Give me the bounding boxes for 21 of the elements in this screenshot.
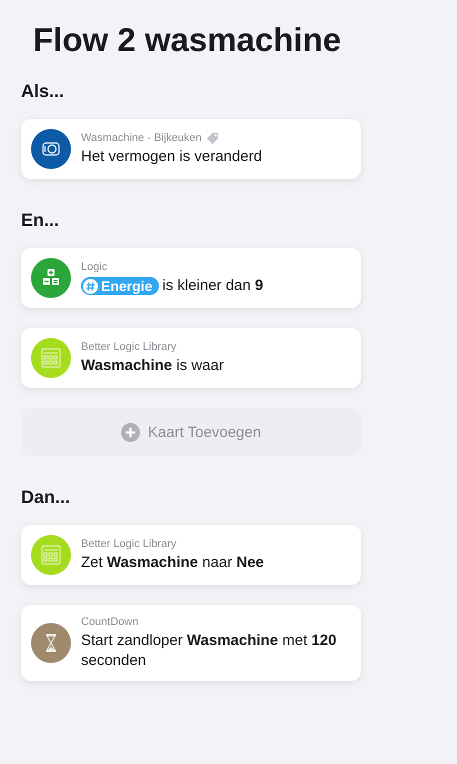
flow-card[interactable]: Better Logic Library Zet Wasmachine naar Nee [21, 525, 361, 585]
flow-card[interactable]: Better Logic Library Wasmachine is waar [21, 328, 361, 388]
section-heading: Dan... [21, 486, 72, 508]
card-text: Start zandloper Wasmachine met 120 seconden [81, 631, 338, 671]
hash-icon [83, 278, 98, 294]
flow-card[interactable]: Logic Energie is kleiner dan 9 [21, 248, 361, 308]
section-heading: Als... [21, 80, 66, 102]
card-text: Wasmachine is waar [81, 356, 224, 376]
card-text: Zet Wasmachine naar Nee [81, 553, 264, 573]
flow-card[interactable]: CountDown Start zandloper Wasmachine met 120 seconden [21, 605, 361, 681]
card-source: Logic [81, 260, 108, 274]
card-text: is kleiner dan 9 [162, 276, 264, 296]
flow-card[interactable]: Wasmachine - Bijkeuken Het vermogen is veranderd [21, 119, 361, 179]
card-text: Het vermogen is veranderd [81, 147, 262, 167]
card-source: CountDown [81, 615, 138, 629]
card-source: Better Logic Library [81, 340, 176, 354]
flow-title: Flow 2 wasmachine [33, 20, 342, 60]
card-source: Better Logic Library [81, 537, 176, 551]
card-source: Wasmachine - Bijkeuken [81, 131, 202, 145]
plus-icon [120, 422, 140, 442]
section-heading: En... [21, 209, 60, 231]
